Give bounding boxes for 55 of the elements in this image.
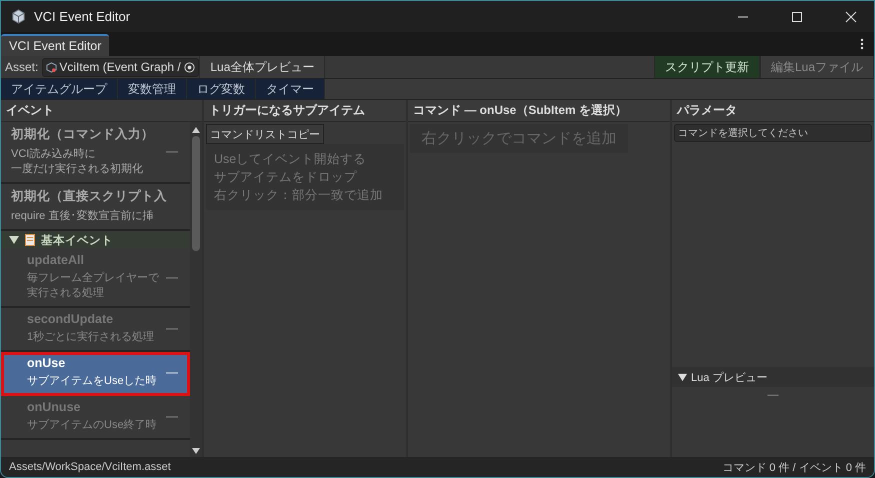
event-title: onUnuse: [27, 400, 82, 414]
event-title: updateAll: [27, 253, 85, 267]
window-title: VCI Event Editor: [34, 9, 130, 24]
app-icon: [11, 9, 26, 24]
event-description: 毎フレーム全プレイヤーで: [27, 270, 160, 285]
event-title: onUse: [27, 356, 66, 370]
drop-hint: Useしてイベント開始する: [214, 151, 366, 168]
event-description: サブアイテムのUse終了時: [27, 418, 158, 432]
lua-preview-content: —: [768, 388, 778, 403]
event-description: 一度だけ実行される初期化: [11, 162, 144, 176]
count-status: コマンド 0 件 / イベント 0 件: [722, 460, 866, 474]
asset-field[interactable]: VciItem (Event Graph /: [42, 58, 200, 76]
drop-hint: サブアイテムをドロップ: [214, 169, 357, 186]
edit-lua-button[interactable]: 編集Luaファイル: [760, 56, 874, 78]
more-icon[interactable]: [860, 38, 864, 50]
copy-command-list-button[interactable]: コマンドリストコピー: [206, 124, 324, 144]
expand-triangle-icon[interactable]: [678, 372, 687, 382]
lua-preview-label: Lua プレビュー: [691, 370, 768, 384]
lua-preview-header[interactable]: Lua プレビュー: [672, 367, 874, 387]
remove-button[interactable]: —: [162, 321, 182, 335]
asset-icon: [46, 62, 58, 72]
tab[interactable]: ログ変数: [187, 79, 256, 99]
target-icon[interactable]: [184, 62, 196, 72]
drop-hint: 右クリック：部分一致で追加: [214, 187, 383, 204]
editor-tab[interactable]: VCI Event Editor: [1, 34, 110, 56]
event-description: VCI読み込み時に: [11, 147, 96, 161]
expand-triangle-icon[interactable]: [9, 235, 19, 245]
lua-preview-button[interactable]: Lua全体プレビュー: [199, 56, 326, 78]
remove-button[interactable]: —: [162, 270, 182, 284]
scroll-up-icon[interactable]: [192, 127, 200, 133]
close-icon[interactable]: [845, 10, 857, 22]
category-title: 基本イベント: [41, 233, 113, 248]
event-title: 初期化（コマンド入力）: [11, 126, 155, 143]
event-description: 実行される処理: [27, 286, 105, 300]
remove-button[interactable]: —: [162, 365, 182, 379]
event-description: サブアイテムをUseした時: [27, 374, 158, 388]
document-icon: [25, 234, 35, 246]
category-header[interactable]: 基本イベント: [1, 231, 190, 249]
parameter-field[interactable]: コマンドを選択してください: [674, 124, 872, 142]
scrollbar[interactable]: [190, 122, 202, 457]
tab[interactable]: タイマー: [256, 79, 325, 99]
tab[interactable]: 変数管理: [118, 79, 187, 99]
event-title: 初期化（直接スクリプト入: [11, 188, 168, 205]
asset-label: Asset:: [4, 60, 40, 74]
scrollbar-thumb[interactable]: [192, 136, 200, 251]
maximize-icon[interactable]: [791, 10, 803, 22]
update-script-button[interactable]: スクリプト更新: [654, 56, 760, 78]
event-title: secondUpdate: [27, 312, 114, 326]
event-description: 1秒ごとに実行される処理: [27, 330, 156, 344]
remove-button[interactable]: —: [162, 409, 182, 423]
event-description: require 直後･変数宣言前に挿: [11, 208, 154, 223]
tab[interactable]: アイテムグループ: [1, 79, 118, 99]
remove-button[interactable]: —: [162, 144, 182, 158]
scroll-down-icon[interactable]: [192, 448, 200, 454]
asset-path: Assets/WorkSpace/VciItem.asset: [9, 461, 171, 473]
